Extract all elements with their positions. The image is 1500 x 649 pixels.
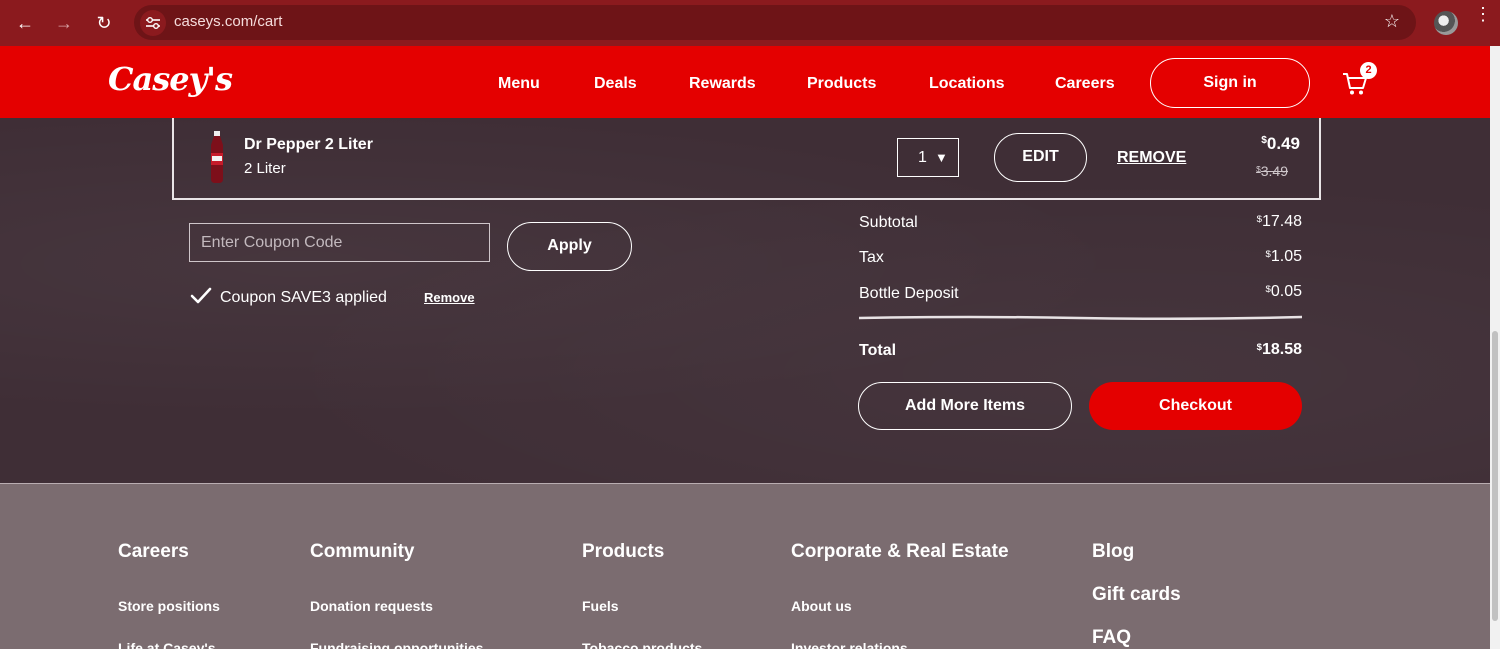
item-original-price: $3.49 <box>1256 163 1288 179</box>
apply-coupon-button[interactable]: Apply <box>507 222 632 271</box>
subtotal-value: $17.48 <box>1256 213 1302 230</box>
add-more-items-button[interactable]: Add More Items <box>858 382 1072 430</box>
footer-link-about-us[interactable]: About us <box>791 598 852 614</box>
footer-link-fuels[interactable]: Fuels <box>582 598 619 614</box>
footer-link-fundraising[interactable]: Fundraising opportunities <box>310 640 483 649</box>
item-size: 2 Liter <box>244 160 286 177</box>
tax-value: $1.05 <box>1265 248 1302 265</box>
nav-products[interactable]: Products <box>807 75 876 93</box>
sign-in-button[interactable]: Sign in <box>1150 58 1310 108</box>
chevron-down-icon: ▼ <box>935 150 948 165</box>
scrollbar-thumb[interactable] <box>1492 331 1498 621</box>
subtotal-label: Subtotal <box>859 214 918 231</box>
item-name: Dr Pepper 2 Liter <box>244 136 373 153</box>
bookmark-star-icon[interactable]: ☆ <box>1384 11 1400 32</box>
nav-locations[interactable]: Locations <box>929 75 1005 93</box>
quantity-value: 1 <box>918 149 927 166</box>
tax-label: Tax <box>859 249 884 266</box>
page-scrollbar[interactable] <box>1490 46 1500 649</box>
total-value: $18.58 <box>1256 341 1302 358</box>
footer-link-blog[interactable]: Blog <box>1092 541 1134 563</box>
footer-heading-products[interactable]: Products <box>582 541 664 563</box>
nav-rewards[interactable]: Rewards <box>689 75 756 93</box>
footer-link-donation-requests[interactable]: Donation requests <box>310 598 433 614</box>
site-header: Casey's Menu Deals Rewards Products Loca… <box>0 46 1500 118</box>
browser-menu-icon[interactable]: ⋮ <box>1474 5 1492 23</box>
checkout-button[interactable]: Checkout <box>1089 382 1302 430</box>
footer-heading-careers[interactable]: Careers <box>118 541 189 563</box>
nav-careers[interactable]: Careers <box>1055 75 1115 93</box>
browser-toolbar: ← → ↻ caseys.com/cart ☆ ⋮ <box>0 0 1500 46</box>
nav-deals[interactable]: Deals <box>594 75 637 93</box>
footer-link-investor-relations[interactable]: Investor relations <box>791 640 908 649</box>
remove-item-link[interactable]: REMOVE <box>1117 149 1186 167</box>
footer-link-tobacco-products[interactable]: Tobacco products <box>582 640 702 649</box>
edit-item-button[interactable]: EDIT <box>994 133 1087 182</box>
nav-menu[interactable]: Menu <box>498 75 540 93</box>
footer-link-gift-cards[interactable]: Gift cards <box>1092 584 1181 606</box>
cart-count-badge: 2 <box>1360 62 1377 79</box>
reload-icon[interactable]: ↻ <box>92 11 116 35</box>
dr-pepper-bottle-image <box>211 131 223 183</box>
total-label: Total <box>859 342 897 359</box>
caseys-logo[interactable]: Casey's <box>108 60 233 98</box>
check-icon <box>190 287 212 304</box>
footer-link-store-positions[interactable]: Store positions <box>118 598 220 614</box>
summary-divider <box>859 315 1302 320</box>
site-footer: Careers Store positions Life at Casey's … <box>0 483 1500 649</box>
remove-coupon-link[interactable]: Remove <box>424 290 475 305</box>
bottle-deposit-label: Bottle Deposit <box>859 285 959 302</box>
footer-heading-corporate[interactable]: Corporate & Real Estate <box>791 541 1009 563</box>
forward-icon[interactable]: → <box>52 11 76 35</box>
footer-heading-community[interactable]: Community <box>310 541 415 563</box>
back-icon[interactable]: ← <box>13 11 37 35</box>
item-price: $0.49 <box>1261 134 1300 153</box>
address-bar[interactable]: caseys.com/cart ☆ <box>134 5 1416 40</box>
url-text[interactable]: caseys.com/cart <box>174 13 282 30</box>
coupon-applied-text: Coupon SAVE3 applied <box>220 289 387 306</box>
bottle-deposit-value: $0.05 <box>1265 283 1302 300</box>
quantity-select[interactable]: 1 ▼ <box>897 138 959 177</box>
coupon-code-input[interactable] <box>189 223 490 262</box>
footer-link-faq[interactable]: FAQ <box>1092 627 1131 649</box>
footer-link-life-at-caseys[interactable]: Life at Casey's <box>118 640 216 649</box>
profile-avatar[interactable] <box>1434 11 1458 35</box>
site-settings-icon[interactable] <box>140 10 166 36</box>
